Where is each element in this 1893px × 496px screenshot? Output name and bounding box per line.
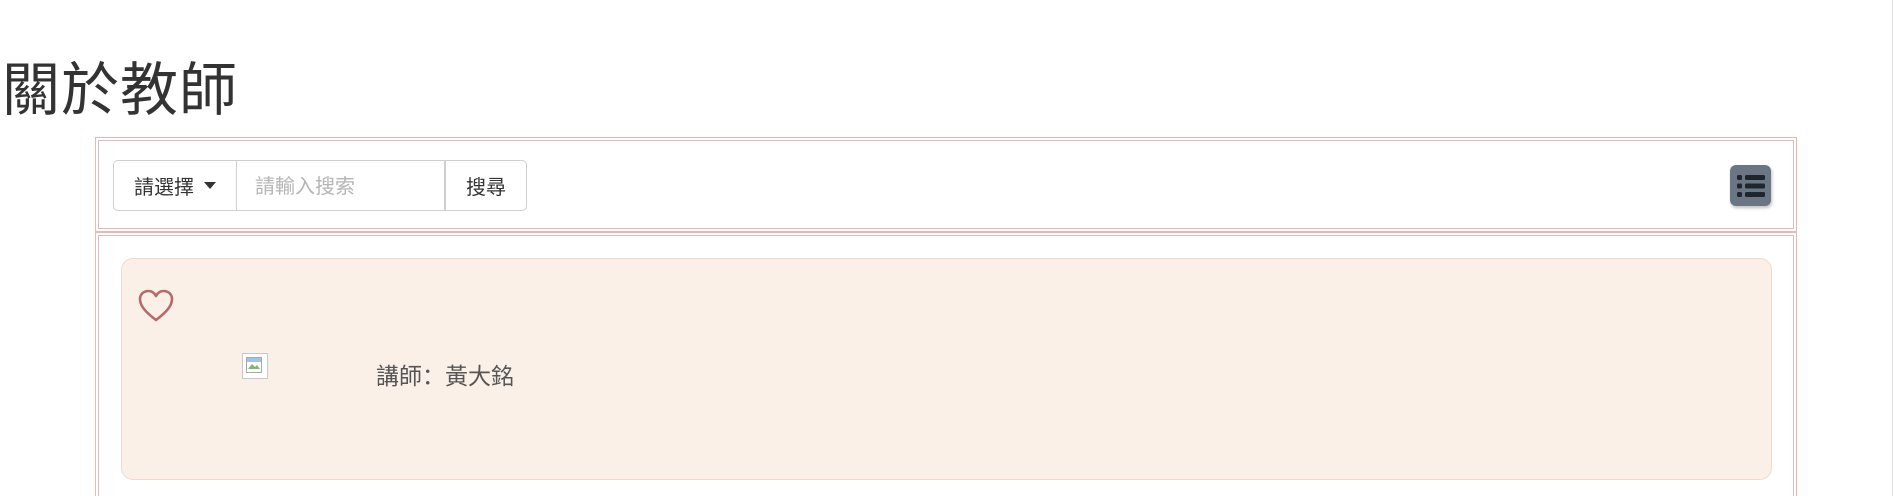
teacher-photo[interactable] [242,353,268,379]
heart-outline-icon[interactable] [138,289,174,323]
teacher-card[interactable]: 講師：黃大銘 [121,258,1772,480]
list-icon [1736,174,1765,197]
search-group: 請選擇 搜尋 [113,160,527,211]
page: 關於教師 請選擇 搜尋 [0,0,1893,496]
teacher-name: 講師：黃大銘 [376,364,514,390]
page-title: 關於教師 [2,56,239,124]
results-container: 講師：黃大銘 [98,235,1794,496]
search-button[interactable]: 搜尋 [445,160,527,211]
search-toolbar: 請選擇 搜尋 [98,140,1794,229]
category-select-label: 請選擇 [134,175,194,199]
search-input[interactable] [237,160,445,211]
category-select-dropdown[interactable]: 請選擇 [113,160,237,211]
list-view-button[interactable] [1730,165,1771,206]
results-frame: 講師：黃大銘 [95,232,1797,496]
search-toolbar-frame: 請選擇 搜尋 [95,137,1797,232]
caret-down-icon [204,182,216,189]
broken-image-icon [246,357,262,373]
